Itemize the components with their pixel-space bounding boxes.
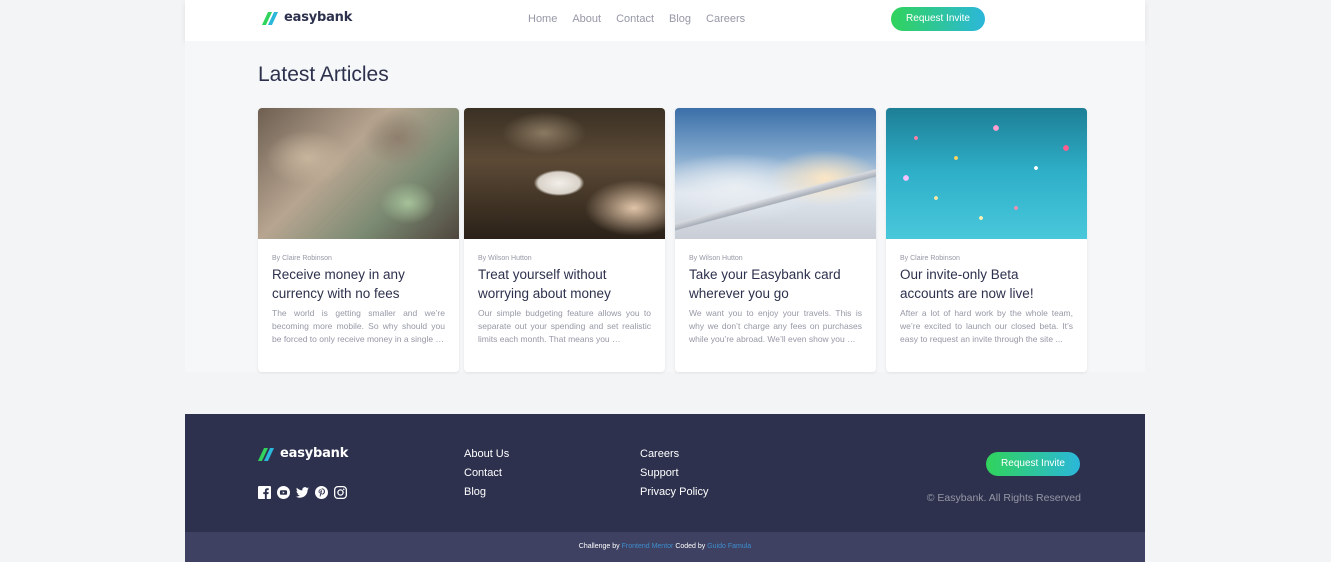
attribution-bar: Challenge by Frontend Mentor Coded by Gu… bbox=[185, 532, 1145, 562]
article-title[interactable]: Treat yourself without worrying about mo… bbox=[478, 265, 653, 303]
main-nav: Home About Contact Blog Careers bbox=[528, 13, 760, 25]
footer-links-primary: About Us Contact Blog bbox=[464, 448, 509, 505]
article-image-confetti bbox=[886, 108, 1087, 239]
article-image-restaurant bbox=[464, 108, 665, 239]
logo-mark-icon bbox=[261, 11, 279, 25]
request-invite-button[interactable]: Request Invite bbox=[891, 7, 985, 31]
article-title[interactable]: Take your Easybank card wherever you go bbox=[689, 265, 864, 303]
footer-link-careers[interactable]: Careers bbox=[640, 448, 708, 461]
twitter-icon[interactable] bbox=[296, 486, 309, 499]
article-title[interactable]: Receive money in any currency with no fe… bbox=[272, 265, 447, 303]
article-title[interactable]: Our invite-only Beta accounts are now li… bbox=[900, 265, 1075, 303]
nav-blog[interactable]: Blog bbox=[669, 13, 691, 25]
article-excerpt: The world is getting smaller and we’re b… bbox=[272, 308, 445, 344]
article-card-plane[interactable]: By Wilson Hutton Take your Easybank card… bbox=[675, 108, 876, 372]
footer-link-blog[interactable]: Blog bbox=[464, 486, 509, 499]
copyright-text: © Easybank. All Rights Reserved bbox=[926, 492, 1081, 504]
article-author: By Wilson Hutton bbox=[689, 255, 743, 262]
article-author: By Claire Robinson bbox=[272, 255, 332, 262]
pinterest-icon[interactable] bbox=[315, 486, 328, 499]
article-card-money[interactable]: By Claire Robinson Receive money in any … bbox=[258, 108, 459, 372]
footer-logo[interactable]: easybank bbox=[257, 446, 349, 461]
article-excerpt: Our simple budgeting feature allows you … bbox=[478, 308, 651, 344]
article-excerpt: We want you to enjoy your travels. This … bbox=[689, 308, 862, 344]
logo-text: easybank bbox=[284, 10, 353, 25]
latest-articles-section: Latest Articles By Claire Robinson Recei… bbox=[185, 41, 1145, 372]
site-footer: easybank About Us Contact Blog Careers S… bbox=[185, 414, 1145, 532]
article-image-plane bbox=[675, 108, 876, 239]
article-card-confetti[interactable]: By Claire Robinson Our invite-only Beta … bbox=[886, 108, 1087, 372]
footer-link-about-us[interactable]: About Us bbox=[464, 448, 509, 461]
footer-link-contact[interactable]: Contact bbox=[464, 467, 509, 480]
nav-about[interactable]: About bbox=[572, 13, 601, 25]
footer-link-privacy-policy[interactable]: Privacy Policy bbox=[640, 486, 708, 499]
nav-home[interactable]: Home bbox=[528, 13, 557, 25]
logo-mark-icon bbox=[257, 447, 275, 461]
nav-careers[interactable]: Careers bbox=[706, 13, 745, 25]
youtube-icon[interactable] bbox=[277, 486, 290, 499]
footer-link-support[interactable]: Support bbox=[640, 467, 708, 480]
facebook-icon[interactable] bbox=[258, 486, 271, 499]
article-author: By Claire Robinson bbox=[900, 255, 960, 262]
instagram-icon[interactable] bbox=[334, 486, 347, 499]
nav-contact[interactable]: Contact bbox=[616, 13, 654, 25]
footer-request-invite-button[interactable]: Request Invite bbox=[986, 452, 1080, 476]
article-image-currency bbox=[258, 108, 459, 239]
footer-links-secondary: Careers Support Privacy Policy bbox=[640, 448, 708, 505]
attribution-prefix: Challenge by bbox=[578, 543, 620, 550]
author-link[interactable]: Guido Famula bbox=[707, 543, 751, 550]
header-logo[interactable]: easybank bbox=[261, 10, 353, 25]
frontend-mentor-link[interactable]: Frontend Mentor bbox=[622, 543, 674, 550]
attribution-middle: Coded by bbox=[675, 543, 706, 550]
social-links bbox=[258, 486, 353, 499]
section-title: Latest Articles bbox=[258, 63, 389, 86]
article-excerpt: After a lot of hard work by the whole te… bbox=[900, 308, 1073, 344]
article-card-restaurant[interactable]: By Wilson Hutton Treat yourself without … bbox=[464, 108, 665, 372]
logo-text: easybank bbox=[280, 446, 349, 461]
article-author: By Wilson Hutton bbox=[478, 255, 532, 262]
site-header: easybank Home About Contact Blog Careers… bbox=[185, 0, 1145, 41]
